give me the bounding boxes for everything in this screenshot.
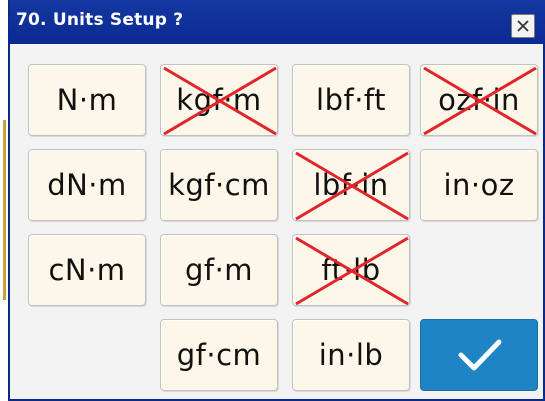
unit-label: in·oz <box>443 168 515 202</box>
unit-button-in-lb[interactable]: in·lb <box>292 319 410 391</box>
close-icon <box>517 20 529 32</box>
unit-button-kgf-m[interactable]: kgf·m <box>160 64 278 136</box>
dialog-title-bar: 70. Units Setup ? <box>10 0 545 44</box>
unit-button-cn-m[interactable]: cN·m <box>28 234 146 306</box>
unit-button-ozf-in[interactable]: ozf·in <box>420 64 538 136</box>
checkmark-icon <box>458 339 502 371</box>
unit-button-gf-cm[interactable]: gf·cm <box>160 319 278 391</box>
unavailable-cross-icon <box>423 66 537 136</box>
unit-label: gf·m <box>184 253 254 287</box>
unit-button-gf-m[interactable]: gf·m <box>160 234 278 306</box>
units-setup-dialog: 70. Units Setup ? N·m kgf·m lbf·ft ozf·i… <box>8 0 545 401</box>
unit-label: kgf·cm <box>168 168 270 202</box>
unit-label: dN·m <box>47 168 127 202</box>
background-window-edge <box>0 0 8 401</box>
unit-label: cN·m <box>48 253 126 287</box>
unavailable-cross-icon <box>295 151 409 221</box>
unit-label: gf·cm <box>176 338 262 372</box>
unit-label: lbf·ft <box>316 83 386 117</box>
unavailable-cross-icon <box>295 236 409 306</box>
unit-label: in·lb <box>318 338 384 372</box>
unit-button-lbf-in[interactable]: lbf·in <box>292 149 410 221</box>
unavailable-cross-icon <box>163 66 277 136</box>
dialog-title: 70. Units Setup ? <box>16 10 184 30</box>
unit-button-lbf-ft[interactable]: lbf·ft <box>292 64 410 136</box>
unit-button-ft-lb[interactable]: ft·lb <box>292 234 410 306</box>
unit-label: N·m <box>56 83 118 117</box>
confirm-button[interactable] <box>420 319 538 391</box>
unit-button-dn-m[interactable]: dN·m <box>28 149 146 221</box>
background-window-stripe <box>3 120 6 300</box>
unit-button-n-m[interactable]: N·m <box>28 64 146 136</box>
unit-button-kgf-cm[interactable]: kgf·cm <box>160 149 278 221</box>
unit-button-in-oz[interactable]: in·oz <box>420 149 538 221</box>
close-button[interactable] <box>511 14 535 38</box>
